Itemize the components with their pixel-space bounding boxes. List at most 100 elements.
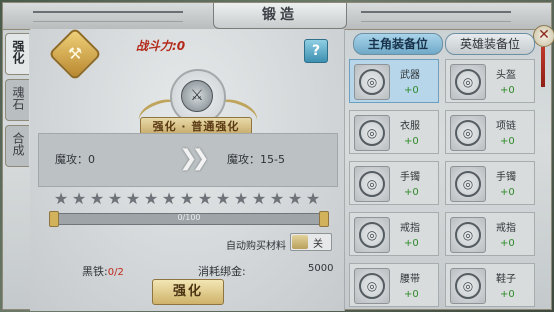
tab-hero-equipment[interactable]: 英雄装备位 bbox=[445, 33, 535, 55]
star-icon: ★ bbox=[107, 189, 123, 208]
title-decoration-left bbox=[33, 11, 183, 22]
strengthen-button[interactable]: 强化 bbox=[152, 279, 224, 305]
tab-label: 强化 bbox=[11, 40, 25, 64]
star-icon: ★ bbox=[233, 189, 249, 208]
equipment-slot-1[interactable]: ◎ 头盔 +0 bbox=[445, 59, 535, 103]
title-bar: 锻造 bbox=[3, 3, 551, 30]
equipment-name: 衣服 bbox=[400, 121, 420, 132]
auto-buy-label: 自动购买材料 bbox=[226, 241, 286, 252]
star-icon: ★ bbox=[305, 189, 321, 208]
bracelet-icon: ◎ bbox=[359, 171, 385, 197]
equipment-icon-frame: ◎ bbox=[450, 268, 486, 304]
star-icon: ★ bbox=[287, 189, 303, 208]
equipment-icon-frame: ◎ bbox=[354, 115, 390, 151]
equipment-icon-frame: ◎ bbox=[450, 166, 486, 202]
progress-text: 0/100 bbox=[177, 213, 201, 222]
star-rating: ★ ★ ★ ★ ★ ★ ★ ★ ★ ★ ★ ★ ★ ★ ★ bbox=[52, 191, 322, 207]
bracelet-icon: ◎ bbox=[455, 171, 481, 197]
star-icon: ★ bbox=[215, 189, 231, 208]
cost-label: 消耗绑金: bbox=[198, 265, 246, 278]
star-icon: ★ bbox=[143, 189, 159, 208]
equipment-slot-5[interactable]: ◎ 手镯 +0 bbox=[445, 161, 535, 205]
equipment-name: 头盔 bbox=[496, 70, 516, 81]
boots-icon: ◎ bbox=[455, 273, 481, 299]
equipment-name: 鞋子 bbox=[496, 274, 516, 285]
equipment-name: 戒指 bbox=[496, 223, 516, 234]
current-stat: 魔攻：0 bbox=[55, 153, 95, 166]
armor-icon: ◎ bbox=[359, 120, 385, 146]
equipment-icon-frame: ◎ bbox=[450, 64, 486, 100]
cost-value: 5000 bbox=[308, 263, 334, 274]
star-icon: ★ bbox=[251, 189, 267, 208]
equipment-level: +0 bbox=[500, 238, 515, 249]
equipment-panel: 主角装备位 英雄装备位 ◎ 武器 +0 ◎ 头盔 +0 ◎ 衣服 +0 ◎ 项链 +0 ◎ 手镯 +0 ◎ 手镯… bbox=[345, 29, 551, 311]
ring-icon: ◎ bbox=[455, 222, 481, 248]
title-decoration-right bbox=[361, 11, 511, 22]
equipment-name: 武器 bbox=[400, 70, 420, 81]
equipment-icon-frame: ◎ bbox=[354, 166, 390, 202]
hammer-icon: ⚒ bbox=[48, 27, 102, 81]
arrow-right-icon: ❯❯ bbox=[179, 146, 210, 171]
belt-icon: ◎ bbox=[359, 273, 385, 299]
material-count: 0/2 bbox=[107, 267, 124, 278]
tab-synthesis[interactable]: 合成 bbox=[5, 125, 29, 167]
material-requirement: 黑铁:0/2 bbox=[82, 263, 124, 279]
tab-main-equipment[interactable]: 主角装备位 bbox=[353, 33, 443, 55]
equipment-slot-6[interactable]: ◎ 戒指 +0 bbox=[349, 212, 439, 256]
equipment-slot-7[interactable]: ◎ 戒指 +0 bbox=[445, 212, 535, 256]
star-icon: ★ bbox=[89, 189, 105, 208]
equipment-icon-frame: ◎ bbox=[450, 115, 486, 151]
equipment-name: 腰带 bbox=[400, 274, 420, 285]
equipment-icon-frame: ◎ bbox=[354, 64, 390, 100]
equipment-name: 戒指 bbox=[400, 223, 420, 234]
equipment-slot-4[interactable]: ◎ 手镯 +0 bbox=[349, 161, 439, 205]
stat-comparison: 魔攻：0 ❯❯ 魔攻：15-5 bbox=[38, 133, 338, 187]
combat-power: 战斗力:0 bbox=[136, 39, 186, 53]
forge-panel: ⚒ 战斗力:0 ? ⚔ 强化 · 普通强化 魔攻：0 ❯❯ 魔攻：15-5 ★ ★… bbox=[30, 27, 345, 311]
equipment-icon-frame: ◎ bbox=[354, 268, 390, 304]
weapon-icon: ⚔ bbox=[181, 80, 213, 112]
toggle-state: 关 bbox=[313, 239, 323, 250]
star-icon: ★ bbox=[197, 189, 213, 208]
equipment-icon-frame: ◎ bbox=[354, 217, 390, 253]
equipment-level: +0 bbox=[500, 187, 515, 198]
helmet-icon: ◎ bbox=[455, 69, 481, 95]
equipment-level: +0 bbox=[500, 136, 515, 147]
equipment-slot-9[interactable]: ◎ 鞋子 +0 bbox=[445, 263, 535, 307]
equipment-slot-2[interactable]: ◎ 衣服 +0 bbox=[349, 110, 439, 154]
tab-strengthen[interactable]: 强化 bbox=[5, 33, 29, 75]
equipment-name: 项链 bbox=[496, 121, 516, 132]
star-icon: ★ bbox=[161, 189, 177, 208]
tab-soulstone[interactable]: 魂石 bbox=[5, 79, 29, 121]
equipment-icon-frame: ◎ bbox=[450, 217, 486, 253]
star-icon: ★ bbox=[53, 189, 69, 208]
forge-window: 锻造 ✕ 强化 魂石 合成 ⚒ 战斗力:0 ? ⚔ 强化 · 普通强化 魔攻：0… bbox=[2, 2, 554, 311]
star-icon: ★ bbox=[179, 189, 195, 208]
equipment-slot-0[interactable]: ◎ 武器 +0 bbox=[349, 59, 439, 103]
equipment-level: +0 bbox=[404, 238, 419, 249]
ring-icon: ◎ bbox=[359, 222, 385, 248]
necklace-icon: ◎ bbox=[455, 120, 481, 146]
star-icon: ★ bbox=[269, 189, 285, 208]
equipment-slot-8[interactable]: ◎ 腰带 +0 bbox=[349, 263, 439, 307]
equipment-level: +0 bbox=[404, 289, 419, 300]
forge-progress-bar: 0/100 bbox=[49, 211, 329, 227]
equipment-level: +0 bbox=[404, 136, 419, 147]
star-icon: ★ bbox=[71, 189, 87, 208]
equipment-name: 手镯 bbox=[400, 172, 420, 183]
help-button[interactable]: ? bbox=[304, 39, 328, 63]
material-name: 黑铁: bbox=[82, 265, 108, 278]
next-stat: 魔攻：15-5 bbox=[227, 153, 285, 166]
window-title: 锻造 bbox=[213, 3, 347, 29]
tab-label: 合成 bbox=[11, 132, 25, 156]
equipment-level: +0 bbox=[500, 289, 515, 300]
star-icon: ★ bbox=[125, 189, 141, 208]
auto-buy-toggle[interactable]: 关 bbox=[290, 233, 332, 251]
tab-label: 魂石 bbox=[11, 86, 25, 110]
equipment-name: 手镯 bbox=[496, 172, 516, 183]
toggle-knob[interactable] bbox=[292, 235, 308, 249]
equipment-level: +0 bbox=[404, 187, 419, 198]
equipment-level: +0 bbox=[500, 85, 515, 96]
equipment-level: +0 bbox=[404, 85, 419, 96]
equipment-slot-3[interactable]: ◎ 项链 +0 bbox=[445, 110, 535, 154]
